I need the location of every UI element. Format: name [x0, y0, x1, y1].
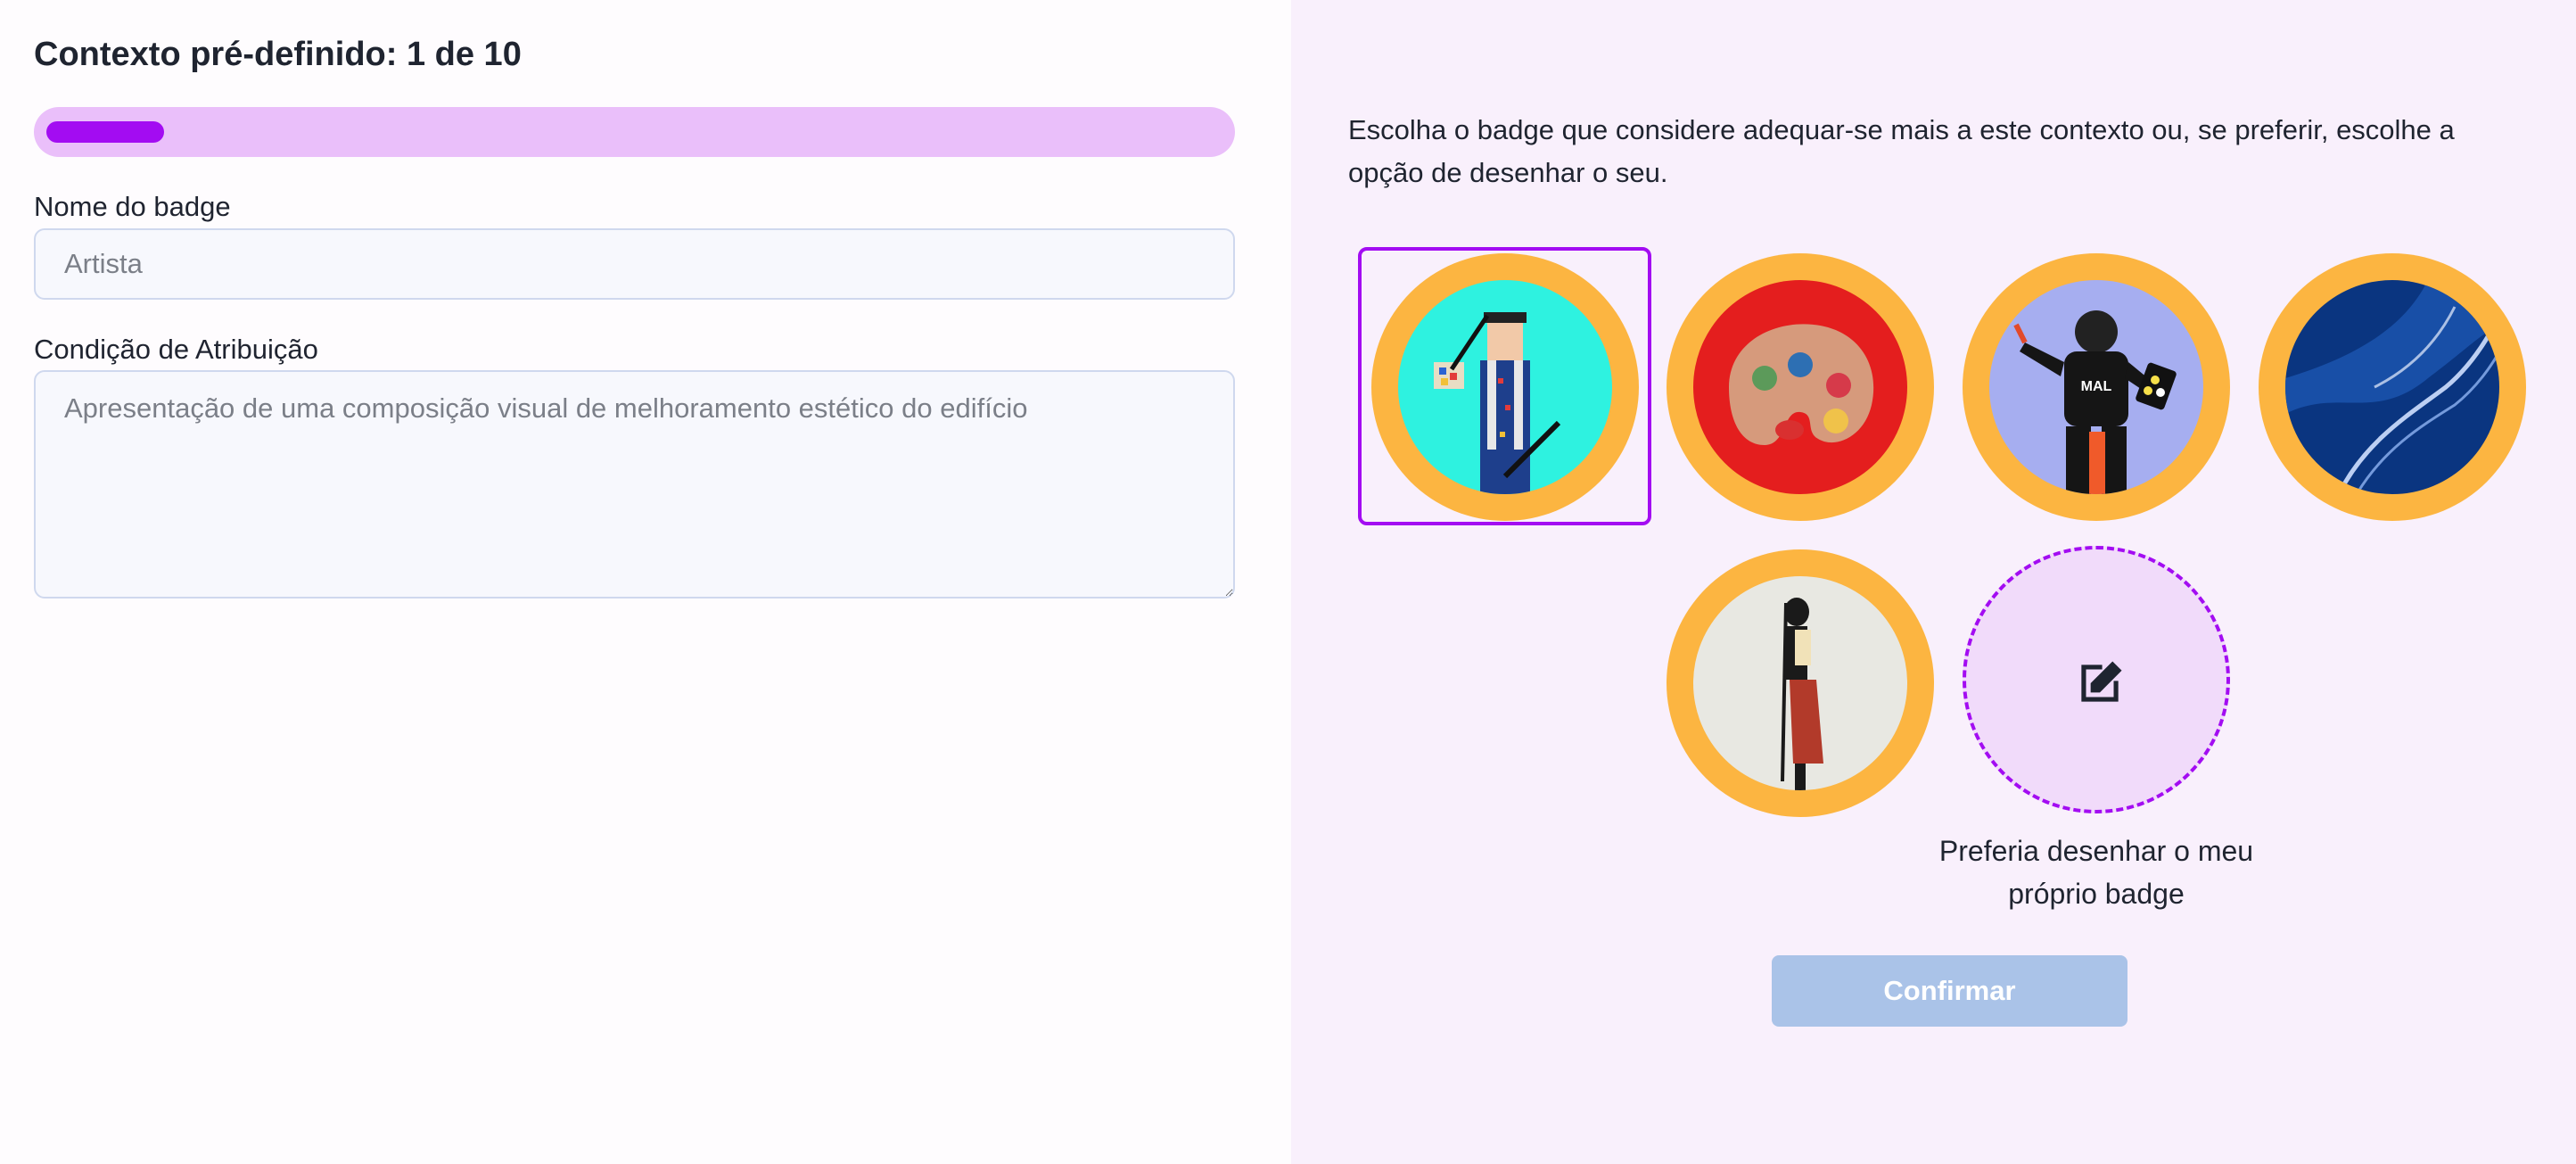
- badge-option-palette[interactable]: [1667, 253, 1934, 521]
- badge-image: [1693, 576, 1907, 790]
- svg-text:MAL: MAL: [2081, 379, 2112, 394]
- draw-own-badge-button[interactable]: [1963, 546, 2230, 813]
- badge-image: [2285, 280, 2499, 494]
- badge-option-painter[interactable]: [1371, 253, 1639, 521]
- palette-icon: [1693, 280, 1907, 494]
- progress-bar-fill: [46, 121, 164, 143]
- badge-name-input[interactable]: [34, 228, 1235, 300]
- abstract-waves-icon: [2285, 280, 2499, 494]
- painter-icon: [1398, 280, 1612, 494]
- badge-image: MAL: [1989, 280, 2203, 494]
- chooser-instructions: Escolha o badge que considere adequar-se…: [1348, 114, 2455, 188]
- badge-name-label: Nome do badge: [34, 191, 231, 222]
- progress-bar: [34, 107, 1235, 157]
- page-title: Contexto pré-definido: 1 de 10: [34, 36, 522, 73]
- confirm-button[interactable]: Confirmar: [1772, 955, 2127, 1027]
- draw-own-badge-label: Preferia desenhar o meu próprio badge: [1938, 835, 2254, 910]
- figure-brush-icon: [1693, 576, 1907, 790]
- badge-option-figure-brush[interactable]: [1667, 549, 1934, 817]
- condition-label: Condição de Atribuição: [34, 334, 318, 365]
- badge-image: [1693, 280, 1907, 494]
- edit-icon: [2081, 661, 2122, 702]
- hooded-artist-icon: MAL: [1989, 280, 2203, 494]
- badge-image: [1398, 280, 1612, 494]
- badge-option-hooded-artist[interactable]: MAL: [1963, 253, 2230, 521]
- badge-option-abstract-blue[interactable]: [2259, 253, 2526, 521]
- condition-textarea[interactable]: [34, 370, 1235, 599]
- context-form-panel: Contexto pré-definido: 1 de 10 Nome do b…: [0, 0, 1291, 1164]
